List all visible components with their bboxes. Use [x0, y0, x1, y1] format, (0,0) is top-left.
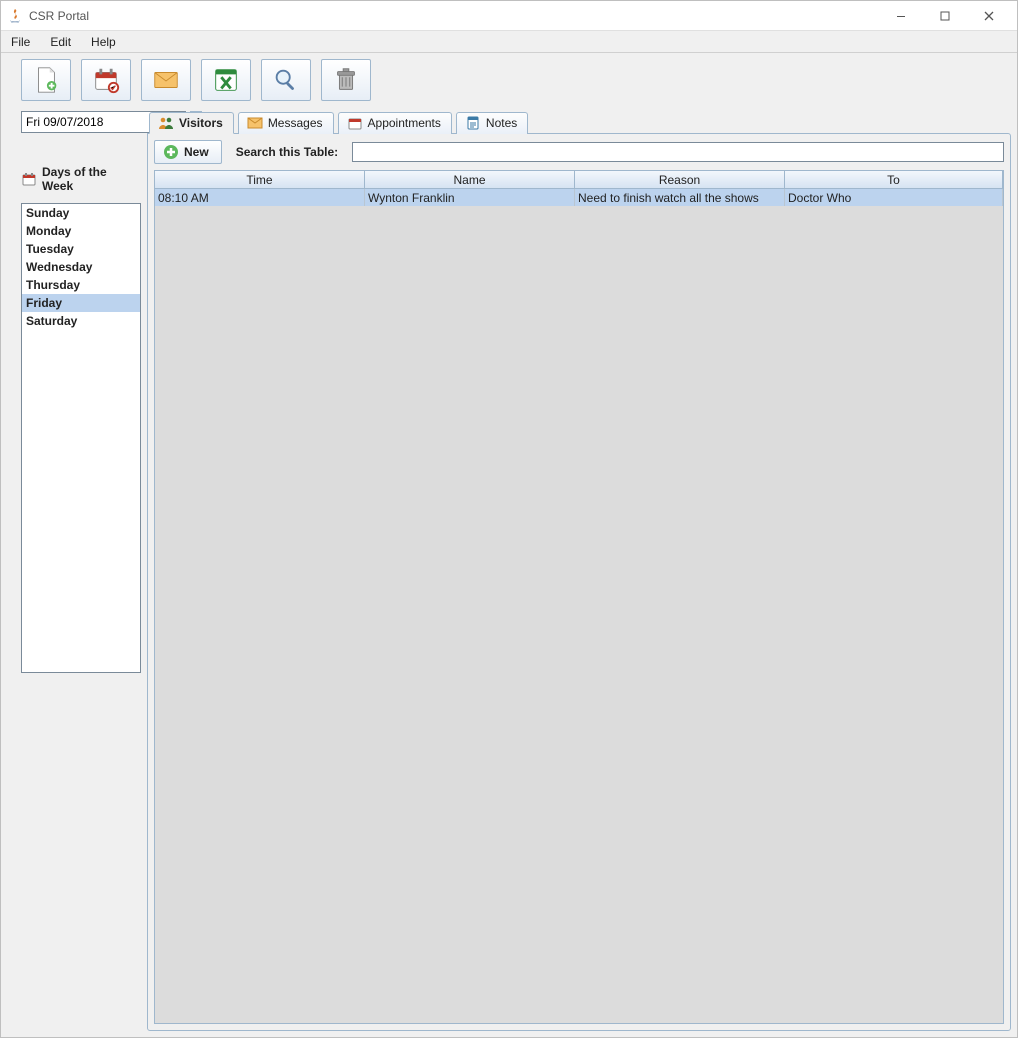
visitors-table: Time Name Reason To 08:10 AM Wynton Fran…: [154, 170, 1004, 1024]
table-row[interactable]: 08:10 AM Wynton Franklin Need to finish …: [155, 189, 1003, 206]
search-label: Search this Table:: [236, 145, 338, 159]
menu-file[interactable]: File: [7, 33, 34, 51]
day-item-saturday[interactable]: Saturday: [22, 312, 140, 330]
toolbar-search-button[interactable]: [261, 59, 311, 101]
tab-visitors-label: Visitors: [179, 116, 223, 130]
search-input[interactable]: [352, 142, 1004, 162]
column-header-to[interactable]: To: [785, 171, 1003, 188]
toolbar-delete-button[interactable]: [321, 59, 371, 101]
cell-reason: Need to finish watch all the shows: [575, 189, 785, 206]
table-body: 08:10 AM Wynton Franklin Need to finish …: [155, 189, 1003, 1023]
calendar-small-icon: [347, 115, 363, 131]
days-of-week-label: Days of the Week: [42, 165, 141, 193]
toolbar: [1, 53, 1017, 107]
new-button[interactable]: New: [154, 140, 222, 164]
sidebar: Days of the Week Sunday Monday Tuesday W…: [7, 107, 141, 1031]
tab-visitors[interactable]: Visitors: [149, 112, 234, 134]
titlebar: CSR Portal: [1, 1, 1017, 31]
tab-panel-visitors: New Search this Table: Time Name Reason …: [147, 133, 1011, 1031]
day-item-wednesday[interactable]: Wednesday: [22, 258, 140, 276]
cell-name: Wynton Franklin: [365, 189, 575, 206]
tab-strip: Visitors Messages Appointments Notes: [147, 111, 1011, 133]
tab-appointments[interactable]: Appointments: [338, 112, 452, 134]
envelope-icon: [247, 115, 263, 131]
day-item-tuesday[interactable]: Tuesday: [22, 240, 140, 258]
new-button-label: New: [184, 145, 209, 159]
day-item-thursday[interactable]: Thursday: [22, 276, 140, 294]
column-header-reason[interactable]: Reason: [575, 171, 785, 188]
tab-appointments-label: Appointments: [368, 116, 441, 130]
menu-edit[interactable]: Edit: [46, 33, 75, 51]
calendar-icon: [21, 171, 37, 187]
window-title: CSR Portal: [29, 9, 89, 23]
app-window: CSR Portal File Edit Help: [0, 0, 1018, 1038]
java-icon: [7, 8, 23, 24]
tab-messages[interactable]: Messages: [238, 112, 334, 134]
day-item-monday[interactable]: Monday: [22, 222, 140, 240]
cell-to: Doctor Who: [785, 189, 1003, 206]
day-item-sunday[interactable]: Sunday: [22, 204, 140, 222]
close-button[interactable]: [967, 2, 1011, 30]
column-header-name[interactable]: Name: [365, 171, 575, 188]
toolbar-excel-button[interactable]: [201, 59, 251, 101]
tab-notes[interactable]: Notes: [456, 112, 528, 134]
toolbar-calendar-button[interactable]: [81, 59, 131, 101]
date-row: [21, 111, 141, 133]
column-header-time[interactable]: Time: [155, 171, 365, 188]
day-item-friday[interactable]: Friday: [22, 294, 140, 312]
days-list: Sunday Monday Tuesday Wednesday Thursday…: [21, 203, 141, 673]
toolbar-new-doc-button[interactable]: [21, 59, 71, 101]
table-header: Time Name Reason To: [155, 171, 1003, 189]
days-of-week-header: Days of the Week: [21, 165, 141, 193]
menu-help[interactable]: Help: [87, 33, 120, 51]
content-area: Days of the Week Sunday Monday Tuesday W…: [1, 107, 1017, 1037]
tab-messages-label: Messages: [268, 116, 323, 130]
people-icon: [158, 115, 174, 131]
panel-toolbar: New Search this Table:: [154, 140, 1004, 164]
tab-notes-label: Notes: [486, 116, 517, 130]
menubar: File Edit Help: [1, 31, 1017, 53]
notes-icon: [465, 115, 481, 131]
toolbar-messages-button[interactable]: [141, 59, 191, 101]
minimize-button[interactable]: [879, 2, 923, 30]
main-panel: Visitors Messages Appointments Notes: [147, 107, 1011, 1031]
cell-time: 08:10 AM: [155, 189, 365, 206]
maximize-button[interactable]: [923, 2, 967, 30]
add-icon: [163, 144, 179, 160]
